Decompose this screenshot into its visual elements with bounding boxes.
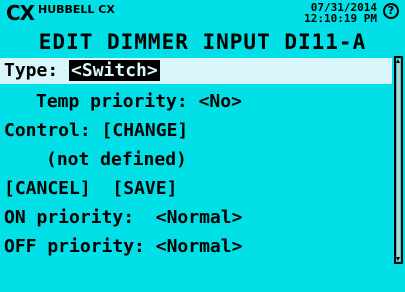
on-priority-value[interactable]: <Normal> xyxy=(156,207,243,228)
type-value[interactable]: <Switch> xyxy=(69,60,160,81)
control-change-button[interactable]: [CHANGE] xyxy=(102,120,189,141)
save-button[interactable]: [SAVE] xyxy=(112,178,177,199)
device-screen: CX HUBBELL CX 07/31/2014 12:10:19 PM ? E… xyxy=(0,0,405,292)
control-status: (not defined) xyxy=(46,149,187,170)
datetime-display: 07/31/2014 12:10:19 PM xyxy=(304,2,377,24)
temp-priority-value[interactable]: <No> xyxy=(199,91,242,112)
temp-priority-row[interactable]: Temp priority: <No> xyxy=(36,90,242,114)
scroll-down-arrow-icon[interactable] xyxy=(396,257,400,261)
type-label: Type: xyxy=(4,60,59,81)
scrollbar[interactable] xyxy=(394,56,403,264)
on-priority-label: ON priority: xyxy=(4,207,135,228)
type-row[interactable]: Type: <Switch> xyxy=(4,59,160,83)
on-priority-row[interactable]: ON priority: <Normal> xyxy=(4,206,242,230)
help-icon[interactable]: ? xyxy=(383,3,399,19)
scroll-up-arrow-icon[interactable] xyxy=(396,59,400,63)
temp-priority-label: Temp priority: xyxy=(36,91,188,112)
control-label: Control: xyxy=(4,120,91,141)
off-priority-label: OFF priority: xyxy=(4,236,145,257)
off-priority-row[interactable]: OFF priority: <Normal> xyxy=(4,235,242,259)
control-row: Control: [CHANGE] xyxy=(4,119,188,143)
brand-label: HUBBELL CX xyxy=(38,3,115,16)
cx-logo: CX xyxy=(6,1,35,25)
page-title: EDIT DIMMER INPUT DI11-A xyxy=(38,30,367,54)
status-bar: CX HUBBELL CX 07/31/2014 12:10:19 PM ? xyxy=(0,0,405,28)
scrollbar-thumb[interactable] xyxy=(397,59,400,261)
off-priority-value[interactable]: <Normal> xyxy=(156,236,243,257)
cancel-button[interactable]: [CANCEL] xyxy=(4,178,91,199)
action-row: [CANCEL] [SAVE] xyxy=(4,177,177,201)
time-text: 12:10:19 PM xyxy=(304,12,377,25)
